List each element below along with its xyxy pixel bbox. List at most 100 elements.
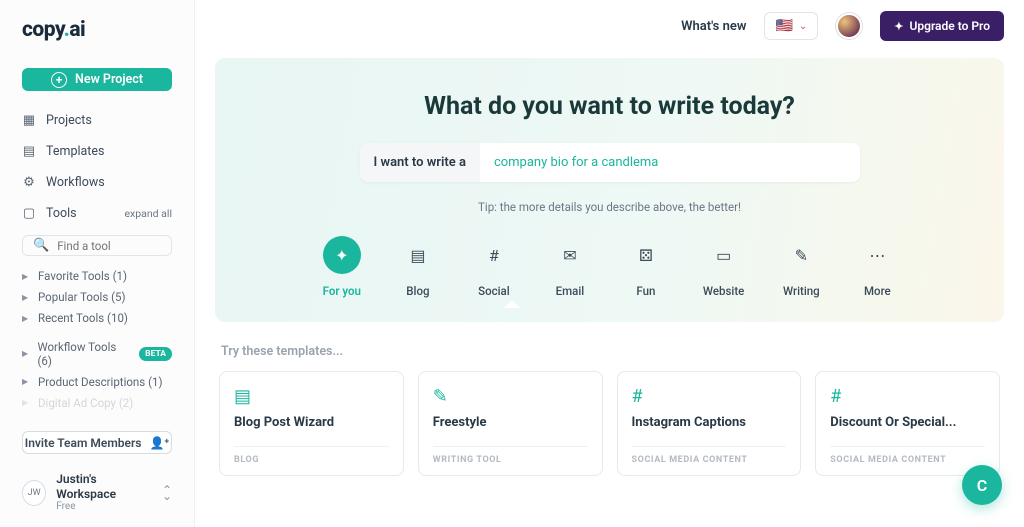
hero: What do you want to write today? I want …: [215, 58, 1004, 322]
tool-search-input[interactable]: [57, 239, 161, 253]
nav-label: Projects: [46, 113, 92, 128]
person-add-icon: 👤⁺: [149, 436, 169, 450]
templates-icon: ▤: [22, 145, 36, 159]
nav-label: Workflows: [46, 175, 105, 190]
nav-templates[interactable]: ▤ Templates: [0, 136, 194, 167]
template-category: Social Media Content: [632, 446, 787, 465]
templates-heading: Try these templates...: [221, 344, 1000, 359]
tree-label: Popular Tools (5): [38, 290, 126, 304]
tree-digital-ad[interactable]: ▶Digital Ad Copy (2): [0, 392, 194, 413]
tree-product-desc[interactable]: ▶ Product Descriptions (1): [0, 371, 194, 392]
prompt-prefix: I want to write a: [360, 143, 480, 182]
language-picker[interactable]: 🇺🇸 ⌄: [764, 12, 818, 40]
tree-popular[interactable]: ▶ Popular Tools (5): [0, 287, 194, 308]
new-project-button[interactable]: + New Project: [22, 68, 172, 91]
template-name: Instagram Captions: [632, 415, 787, 430]
category-for-you[interactable]: ✦ For you: [323, 236, 361, 298]
prompt-input[interactable]: [480, 143, 860, 182]
template-name: Discount Or Special...: [830, 415, 985, 430]
caret-icon: ▶: [22, 377, 30, 386]
dots-icon: ⋯: [858, 236, 896, 274]
category-more[interactable]: ⋯ More: [858, 236, 896, 298]
main: What's new 🇺🇸 ⌄ ✦ Upgrade to Pro What do…: [195, 0, 1024, 527]
template-card[interactable]: #Instagram CaptionsSocial Media Content: [617, 371, 802, 476]
category-label: Writing: [783, 284, 820, 298]
category-label: Social: [478, 284, 510, 298]
user-avatar[interactable]: [836, 13, 862, 39]
caret-icon: ▶: [22, 398, 30, 407]
active-pointer: [504, 300, 520, 308]
whats-new-link[interactable]: What's new: [681, 19, 746, 34]
hash-icon: #: [830, 386, 985, 407]
category-label: Email: [556, 284, 585, 298]
category-row: ✦ For you ▤ Blog # Social ✉ Email ⚄ Fun ▭ Website ✎W…: [323, 236, 897, 298]
template-card[interactable]: ✎FreestyleWriting Tool: [418, 371, 603, 476]
chat-fab[interactable]: C: [962, 465, 1002, 505]
hero-title: What do you want to write today?: [424, 92, 795, 121]
templates-row: ▤Blog Post WizardBlog✎FreestyleWriting T…: [219, 371, 1000, 476]
category-label: Blog: [406, 284, 429, 298]
caret-icon: ▶: [22, 293, 30, 302]
category-social[interactable]: # Social: [475, 236, 513, 298]
mail-icon: ✉: [551, 236, 589, 274]
blog-icon: ▤: [234, 386, 389, 407]
logo[interactable]: copy.ai: [0, 18, 194, 56]
grid-icon: ▦: [22, 114, 36, 128]
invite-button[interactable]: Invite Team Members 👤⁺: [22, 431, 172, 454]
category-fun[interactable]: ⚄ Fun: [627, 236, 665, 298]
tree-label: Product Descriptions (1): [38, 375, 162, 389]
sparkle-icon: ✦: [323, 236, 361, 274]
sidebar: copy.ai + New Project ▦ Projects ▤ Templat…: [0, 0, 195, 527]
template-card[interactable]: ▤ Blog Post Wizard Blog: [219, 371, 404, 476]
tool-search[interactable]: 🔍: [22, 235, 172, 255]
category-label: More: [864, 284, 891, 298]
caret-icon: ▶: [22, 349, 29, 358]
tools-icon: ▢: [22, 207, 36, 221]
workspace-switcher[interactable]: JW Justin's Workspace Free ⌃⌄: [0, 466, 194, 519]
invite-label: Invite Team Members: [25, 436, 142, 450]
category-label: Fun: [636, 284, 655, 298]
workspace-name: Justin's Workspace: [56, 472, 152, 501]
tree-label: Workflow Tools (6): [37, 340, 127, 368]
topbar: What's new 🇺🇸 ⌄ ✦ Upgrade to Pro: [195, 0, 1024, 52]
dice-icon: ⚄: [627, 236, 665, 274]
expand-all-link[interactable]: expand all: [124, 207, 172, 220]
templates-section: Try these templates... ▤ Blog Post Wizard…: [195, 322, 1024, 488]
hash-icon: #: [475, 236, 513, 274]
updown-icon: ⌃⌄: [162, 487, 172, 499]
file-icon: ✎: [433, 386, 588, 407]
folder-icon: ▭: [705, 236, 743, 274]
workspace-avatar: JW: [22, 480, 46, 506]
tree-recent[interactable]: ▶Recent Tools (10): [0, 308, 194, 329]
template-card[interactable]: # Discount Or Special... Social Media Cont…: [815, 371, 1000, 476]
nav-label: Templates: [46, 144, 104, 159]
workflow-icon: ⚙: [22, 176, 36, 190]
nav-workflows[interactable]: ⚙ Workflows: [0, 167, 194, 198]
category-writing[interactable]: ✎Writing: [782, 236, 820, 298]
upgrade-label: Upgrade to Pro: [909, 19, 990, 33]
category-blog[interactable]: ▤ Blog: [399, 236, 437, 298]
category-email[interactable]: ✉ Email: [551, 236, 589, 298]
tree-label: Favorite Tools (1): [38, 269, 127, 283]
search-icon: 🔍: [33, 238, 49, 253]
prompt-bar: I want to write a: [360, 143, 860, 182]
new-project-label: New Project: [75, 72, 143, 87]
prompt-tip: Tip: the more details you describe above…: [478, 200, 741, 214]
template-name: Blog Post Wizard: [234, 415, 389, 430]
template-name: Freestyle: [433, 415, 588, 430]
template-category: Social Media Content: [830, 446, 985, 465]
category-label: Website: [703, 284, 744, 298]
plus-icon: +: [51, 72, 67, 88]
tree-favorite[interactable]: ▶Favorite Tools (1): [0, 266, 194, 287]
nav-label: Tools: [46, 206, 77, 221]
category-website[interactable]: ▭ Website: [703, 236, 744, 298]
nav-tools[interactable]: ▢ Tools expand all: [0, 198, 194, 229]
template-category: Blog: [234, 446, 389, 465]
category-label: For you: [323, 284, 361, 298]
caret-icon: ▶: [22, 314, 30, 323]
tree-workflow-tools[interactable]: ▶Workflow Tools (6)BETA: [0, 336, 194, 371]
nav-projects[interactable]: ▦ Projects: [0, 105, 194, 136]
upgrade-button[interactable]: ✦ Upgrade to Pro: [880, 11, 1004, 41]
blog-icon: ▤: [399, 236, 437, 274]
logo-post: ai: [69, 18, 85, 42]
